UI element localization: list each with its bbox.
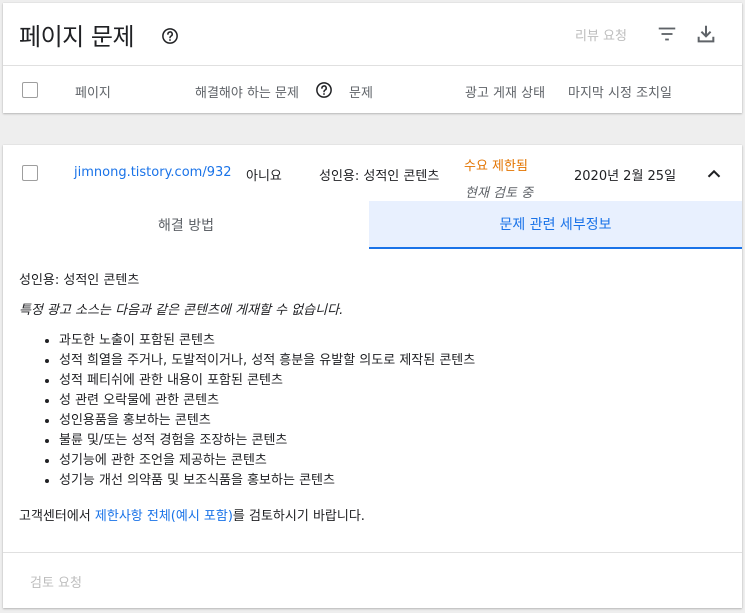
restricted-content-list: 과도한 노출이 포함된 콘텐츠 성적 희열을 주거나, 도발적이거나, 성적 흥… xyxy=(19,331,475,491)
issue-detail-card: jimnong.tistory.com/932 아니요 성인용: 성적인 콘텐츠… xyxy=(3,145,742,608)
tab-issue-details[interactable]: 문제 관련 세부정보 xyxy=(369,201,742,249)
column-header-last-action[interactable]: 마지막 시정 조치일 xyxy=(568,82,672,101)
header-divider xyxy=(3,65,742,66)
help-icon[interactable] xyxy=(161,27,179,45)
filter-icon[interactable] xyxy=(656,23,678,45)
download-icon[interactable] xyxy=(695,23,717,45)
help-center-note: 고객센터에서 제한사항 전체(예시 포함)를 검토하시기 바랍니다. xyxy=(19,505,365,524)
ad-status-value: 수요 제한됨 xyxy=(464,159,528,174)
list-item: 성 관련 오락물에 관한 콘텐츠 xyxy=(59,391,475,411)
tab-solution[interactable]: 해결 방법 xyxy=(3,201,369,249)
list-item: 성기능에 관한 조언을 제공하는 콘텐츠 xyxy=(59,451,475,471)
detail-title: 성인용: 성적인 콘텐츠 xyxy=(19,273,140,288)
review-request-link[interactable]: 리뷰 요청 xyxy=(575,25,627,44)
chevron-up-icon[interactable] xyxy=(703,163,725,185)
ad-status-sub: 현재 검토 중 xyxy=(465,186,534,201)
column-header-page[interactable]: 페이지 xyxy=(75,82,111,101)
restrictions-link[interactable]: 제한사항 전체(예시 포함) xyxy=(95,509,233,524)
list-item: 성인용품을 홍보하는 콘텐츠 xyxy=(59,411,475,431)
help-icon[interactable] xyxy=(315,81,333,99)
request-review-button[interactable]: 검토 요청 xyxy=(30,572,82,591)
list-item: 과도한 노출이 포함된 콘텐츠 xyxy=(59,331,475,351)
bottom-divider xyxy=(3,552,742,553)
row-checkbox[interactable] xyxy=(22,165,38,181)
list-item: 성적 희열을 주거나, 도발적이거나, 성적 흥분을 유발할 의도로 제작된 콘… xyxy=(59,351,475,371)
column-header-issue[interactable]: 문제 xyxy=(349,82,373,101)
page-title: 페이지 문제 xyxy=(19,23,135,51)
column-header-ad-status[interactable]: 광고 게재 상태 xyxy=(465,82,545,101)
issue-value: 성인용: 성적인 콘텐츠 xyxy=(319,169,440,184)
last-action-date: 2020년 2월 25일 xyxy=(574,169,677,184)
help-center-note-suffix: 를 검토하시기 바랍니다. xyxy=(232,509,365,524)
list-item: 성적 페티쉬에 관한 내용이 포함된 콘텐츠 xyxy=(59,371,475,391)
must-fix-value: 아니요 xyxy=(246,169,282,184)
list-item: 성기능 개선 의약품 및 보조식품을 홍보하는 콘텐츠 xyxy=(59,471,475,491)
page-issues-header-card: 페이지 문제 리뷰 요청 페이지 해결해야 하는 문제 문제 광고 게재 상태 … xyxy=(3,3,742,113)
help-center-note-prefix: 고객센터에서 xyxy=(19,509,95,524)
list-item: 불륜 및/또는 성적 경험을 조장하는 콘텐츠 xyxy=(59,431,475,451)
detail-tabs: 해결 방법 문제 관련 세부정보 xyxy=(3,201,742,249)
column-header-must-fix[interactable]: 해결해야 하는 문제 xyxy=(195,82,299,101)
page-url-link[interactable]: jimnong.tistory.com/932 xyxy=(74,165,232,180)
select-all-checkbox[interactable] xyxy=(22,82,38,98)
detail-intro: 특정 광고 소스는 다음과 같은 콘텐츠에 게재할 수 없습니다. xyxy=(19,303,344,318)
